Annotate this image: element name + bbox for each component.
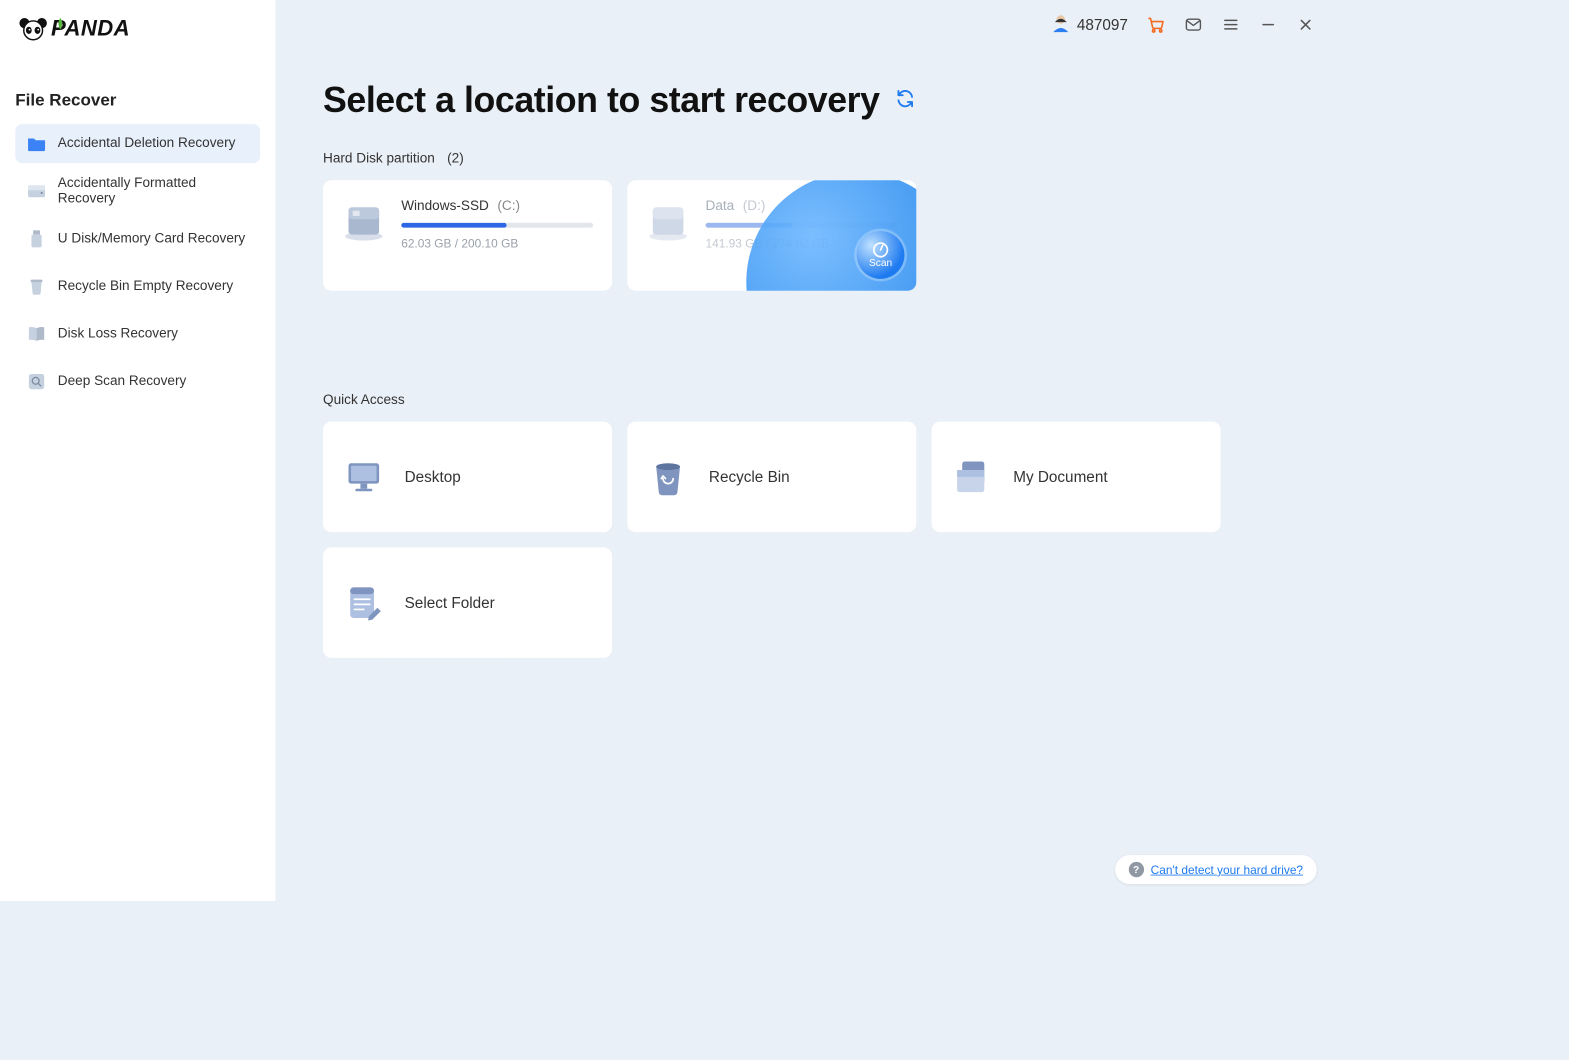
partitions-row: Windows-SSD (C:) 62.03 GB / 200.10 GB Da…	[323, 180, 1293, 291]
sidebar-item-label: Recycle Bin Empty Recovery	[58, 279, 233, 294]
mail-icon[interactable]	[1184, 15, 1203, 34]
sidebar-item-formatted[interactable]: Accidentally Formatted Recovery	[15, 172, 260, 211]
cart-icon[interactable]	[1147, 15, 1166, 34]
quick-card-select-folder[interactable]: Select Folder	[323, 547, 612, 658]
partition-name: Data	[706, 199, 735, 214]
sidebar-item-udisk[interactable]: U Disk/Memory Card Recovery	[15, 219, 260, 258]
avatar-icon	[1051, 13, 1070, 36]
sidebar-item-recycle-bin[interactable]: Recycle Bin Empty Recovery	[15, 267, 260, 306]
hdd-icon	[646, 199, 690, 243]
partitions-count: (2)	[447, 151, 464, 165]
sidebar-item-label: Disk Loss Recovery	[58, 326, 178, 341]
main-content: Select a location to start recovery Hard…	[275, 49, 1333, 901]
sidebar-list: Accidental Deletion Recovery Accidentall…	[0, 124, 275, 401]
folder-icon	[27, 134, 46, 153]
book-icon	[27, 325, 46, 344]
sidebar-item-deep-scan[interactable]: Deep Scan Recovery	[15, 362, 260, 401]
topbar: 487097	[275, 0, 1333, 49]
sidebar: PANDA File Recover Accidental Deletion R…	[0, 0, 275, 901]
partition-usage: 62.03 GB / 200.10 GB	[401, 236, 593, 250]
minimize-icon[interactable]	[1259, 15, 1278, 34]
panda-icon	[19, 17, 48, 41]
progress-bar	[401, 223, 593, 228]
sidebar-item-label: Deep Scan Recovery	[58, 374, 187, 389]
partition-card-d[interactable]: Data (D:) 141.93 GB / 274.62 GB Scan	[627, 180, 916, 291]
quick-card-label: Select Folder	[405, 594, 495, 612]
help-chip[interactable]: ? Can't detect your hard drive?	[1115, 855, 1317, 884]
quick-card-label: Desktop	[405, 468, 461, 486]
quick-card-recycle-bin[interactable]: Recycle Bin	[627, 422, 916, 533]
trash-icon	[27, 277, 46, 296]
partition-letter: (C:)	[497, 199, 520, 214]
page-title: Select a location to start recovery	[323, 80, 880, 121]
menu-icon[interactable]	[1221, 15, 1240, 34]
quick-card-my-document[interactable]: My Document	[932, 422, 1221, 533]
sidebar-item-disk-loss[interactable]: Disk Loss Recovery	[15, 315, 260, 354]
progress-fill	[706, 223, 792, 228]
sidebar-item-label: Accidentally Formatted Recovery	[58, 176, 248, 207]
progress-bar	[706, 223, 898, 228]
partition-card-c[interactable]: Windows-SSD (C:) 62.03 GB / 200.10 GB	[323, 180, 612, 291]
usb-icon	[27, 230, 46, 249]
quick-card-label: My Document	[1013, 468, 1107, 486]
sidebar-title: File Recover	[0, 50, 275, 124]
sidebar-item-accidental-deletion[interactable]: Accidental Deletion Recovery	[15, 124, 260, 163]
quick-card-desktop[interactable]: Desktop	[323, 422, 612, 533]
edit-file-icon	[343, 582, 384, 623]
partitions-label-text: Hard Disk partition	[323, 151, 435, 165]
sidebar-item-label: Accidental Deletion Recovery	[58, 136, 236, 151]
quick-card-label: Recycle Bin	[709, 468, 790, 486]
partitions-label: Hard Disk partition (2)	[323, 151, 1293, 166]
progress-fill	[401, 223, 507, 228]
page-title-row: Select a location to start recovery	[323, 80, 1293, 121]
user-badge[interactable]: 487097	[1051, 13, 1128, 36]
close-icon[interactable]	[1296, 15, 1315, 34]
drive-icon	[27, 182, 46, 201]
user-id: 487097	[1077, 16, 1128, 34]
leaf-icon	[55, 17, 65, 31]
hdd-icon	[342, 199, 386, 243]
help-link[interactable]: Can't detect your hard drive?	[1151, 863, 1303, 877]
quick-access-label: Quick Access	[323, 393, 1293, 408]
partition-letter: (D:)	[743, 199, 766, 214]
app-logo: PANDA	[0, 15, 275, 50]
documents-icon	[952, 456, 993, 497]
scan-icon	[27, 372, 46, 391]
partition-name: Windows-SSD	[401, 199, 489, 214]
trash-icon	[648, 456, 689, 497]
scan-button[interactable]: Scan	[857, 231, 905, 279]
sidebar-item-label: U Disk/Memory Card Recovery	[58, 231, 245, 246]
help-icon: ?	[1129, 862, 1144, 877]
monitor-icon	[343, 456, 384, 497]
quick-access-row: Desktop Recycle Bin My Document Select F…	[323, 422, 1293, 658]
refresh-icon[interactable]	[895, 88, 915, 113]
